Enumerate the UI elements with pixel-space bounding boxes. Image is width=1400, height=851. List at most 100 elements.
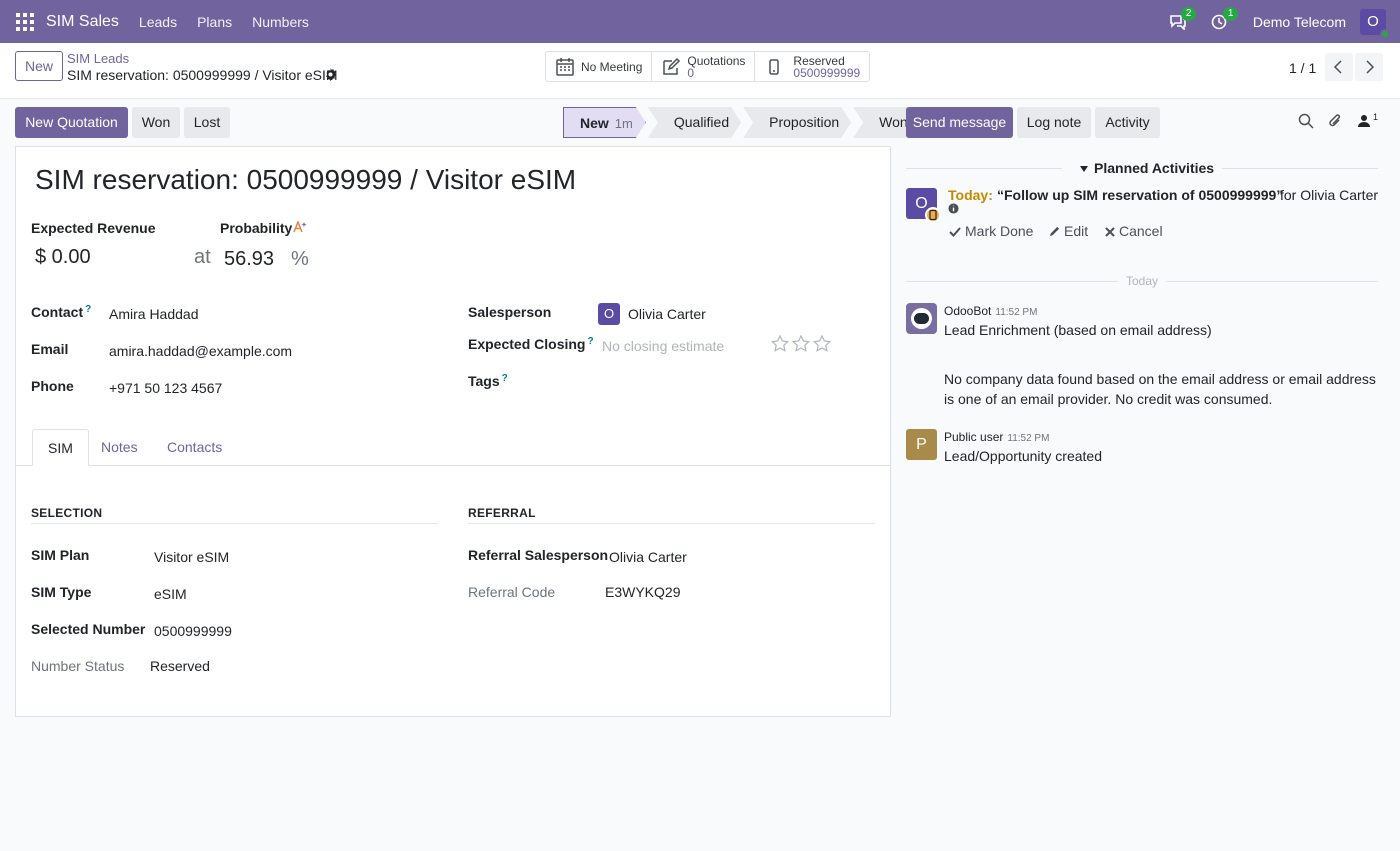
paperclip-icon[interactable]: [1327, 113, 1343, 129]
followers-count: 1: [1373, 112, 1379, 122]
pager-next-button[interactable]: [1355, 53, 1383, 81]
planned-divider-left: [906, 168, 1062, 169]
pencil-icon: [1049, 226, 1060, 237]
activity-type-badge: [925, 207, 941, 223]
activities-badge: 1: [1222, 6, 1239, 21]
breadcrumb-parent[interactable]: SIM Leads: [67, 51, 129, 66]
new-record-button[interactable]: New: [15, 51, 63, 81]
quotations-smart-button[interactable]: Quotations 0: [652, 52, 756, 81]
gear-icon[interactable]: [324, 68, 337, 81]
tab-contacts[interactable]: Contacts: [152, 429, 237, 466]
message-author-name: Public user: [944, 430, 1004, 444]
salesperson-label: Salesperson: [468, 304, 552, 320]
tags-label: Tags?: [468, 373, 508, 389]
stage-statusbar: New 1m Qualified Proposition Won: [563, 107, 926, 138]
meeting-smart-button[interactable]: No Meeting: [546, 52, 653, 81]
lost-button[interactable]: Lost: [184, 107, 230, 138]
contact-field[interactable]: Amira Haddad: [109, 306, 199, 322]
number-status-label: Number Status: [31, 658, 125, 674]
edit-activity-button[interactable]: Edit: [1049, 223, 1088, 239]
followers-icon[interactable]: [1357, 113, 1371, 129]
tab-sim[interactable]: SIM: [32, 429, 89, 466]
online-status-dot: [1380, 28, 1390, 39]
smart-buttons: No Meeting Quotations 0 Reserved 0500999…: [545, 51, 871, 82]
number-status-field: Reserved: [150, 658, 210, 674]
salesperson-field[interactable]: Olivia Carter: [628, 306, 706, 322]
new-quotation-button[interactable]: New Quotation: [15, 107, 128, 138]
apps-menu-icon[interactable]: [16, 12, 34, 31]
contact-help-icon[interactable]: ?: [85, 304, 91, 315]
stage-proposition[interactable]: Proposition: [743, 107, 851, 138]
star-icon[interactable]: [792, 335, 810, 352]
cancel-activity-button[interactable]: Cancel: [1105, 223, 1163, 239]
referral-code-label: Referral Code: [468, 584, 556, 600]
star-icon[interactable]: [813, 335, 831, 352]
menu-numbers[interactable]: Numbers: [252, 14, 309, 30]
mark-done-button[interactable]: Mark Done: [949, 223, 1033, 239]
breadcrumb-current: SIM reservation: 0500999999 / Visitor eS…: [67, 67, 338, 83]
sim-plan-label: SIM Plan: [31, 547, 90, 563]
expected-closing-label-text: Expected Closing: [468, 336, 586, 352]
quotations-label: Quotations: [687, 53, 746, 68]
caret-down-icon: [1080, 166, 1088, 173]
planned-activities-toggle[interactable]: Planned Activities: [1080, 160, 1214, 176]
search-icon[interactable]: [1298, 113, 1314, 129]
message-body: Lead Enrichment (based on email address): [944, 322, 1212, 338]
company-switcher[interactable]: Demo Telecom: [1253, 14, 1346, 30]
message-author: Public user 11:52 PM: [944, 430, 1049, 444]
expected-closing-help-icon[interactable]: ?: [587, 336, 593, 347]
won-button[interactable]: Won: [132, 107, 180, 138]
pager-value[interactable]: 1 / 1: [1289, 60, 1316, 76]
percent-sign: %: [291, 248, 309, 270]
quotations-value: 0: [687, 65, 695, 80]
menu-plans[interactable]: Plans: [197, 14, 232, 30]
message-author: OdooBot 11:52 PM: [944, 304, 1037, 318]
tags-help-icon[interactable]: ?: [502, 373, 508, 384]
star-icon[interactable]: [771, 335, 789, 352]
activity-button[interactable]: Activity: [1095, 107, 1160, 138]
sim-plan-field[interactable]: Visitor eSIM: [154, 549, 229, 565]
selection-section-title: SELECTION: [31, 506, 438, 524]
stage-new-label: New: [580, 115, 609, 131]
selected-number-field[interactable]: 0500999999: [154, 623, 232, 639]
stage-qualified[interactable]: Qualified: [648, 107, 741, 138]
expected-closing-field[interactable]: No closing estimate: [602, 338, 724, 354]
sim-type-field[interactable]: eSIM: [154, 586, 187, 602]
referral-salesperson-field[interactable]: Olivia Carter: [609, 549, 687, 565]
probability-field[interactable]: 56.93: [224, 248, 274, 271]
activities-systray[interactable]: 1: [1211, 6, 1239, 33]
email-label: Email: [31, 341, 69, 357]
user-avatar[interactable]: O: [1360, 8, 1390, 39]
top-navbar: SIM Sales Leads Plans Numbers 2 1 Demo T…: [0, 0, 1400, 43]
planned-activities-title: Planned Activities: [1094, 160, 1215, 176]
phone-field[interactable]: +971 50 123 4567: [109, 380, 222, 396]
menu-leads[interactable]: Leads: [139, 14, 177, 30]
tab-notes[interactable]: Notes: [86, 429, 153, 466]
send-message-button[interactable]: Send message: [906, 107, 1013, 138]
form-tabs: SIM Notes Contacts: [16, 429, 890, 466]
log-note-button[interactable]: Log note: [1017, 107, 1091, 138]
chevron-right-icon: [1366, 60, 1375, 74]
today-divider-left: [906, 281, 1118, 282]
lead-title[interactable]: SIM reservation: 0500999999 / Visitor eS…: [35, 164, 576, 196]
selected-number-label: Selected Number: [31, 621, 146, 637]
email-field[interactable]: amira.haddad@example.com: [109, 343, 292, 359]
pager-previous-button[interactable]: [1325, 53, 1353, 81]
reserved-smart-button[interactable]: Reserved 0500999999: [755, 52, 869, 81]
messages-badge: 2: [1180, 6, 1197, 21]
message-time: 11:52 PM: [995, 307, 1038, 318]
message-author-name: OdooBot: [944, 304, 992, 318]
mobile-phone-icon: [769, 58, 780, 75]
message-body: Lead/Opportunity created: [944, 448, 1102, 464]
contact-label: Contact?: [31, 304, 91, 320]
app-name[interactable]: SIM Sales: [46, 13, 119, 31]
ai-sparkle-icon[interactable]: [293, 221, 307, 233]
stage-new[interactable]: New 1m: [563, 107, 646, 138]
messages-systray[interactable]: 2: [1169, 6, 1197, 33]
phone-icon: [929, 210, 937, 220]
expected-revenue-field[interactable]: $ 0.00: [35, 246, 91, 269]
activity-summary: “Follow up SIM reservation of 0500999999…: [997, 187, 1284, 203]
info-icon[interactable]: [948, 203, 959, 214]
probability-label: Probability: [220, 220, 293, 236]
referral-salesperson-label: Referral Salesperson: [468, 547, 609, 563]
